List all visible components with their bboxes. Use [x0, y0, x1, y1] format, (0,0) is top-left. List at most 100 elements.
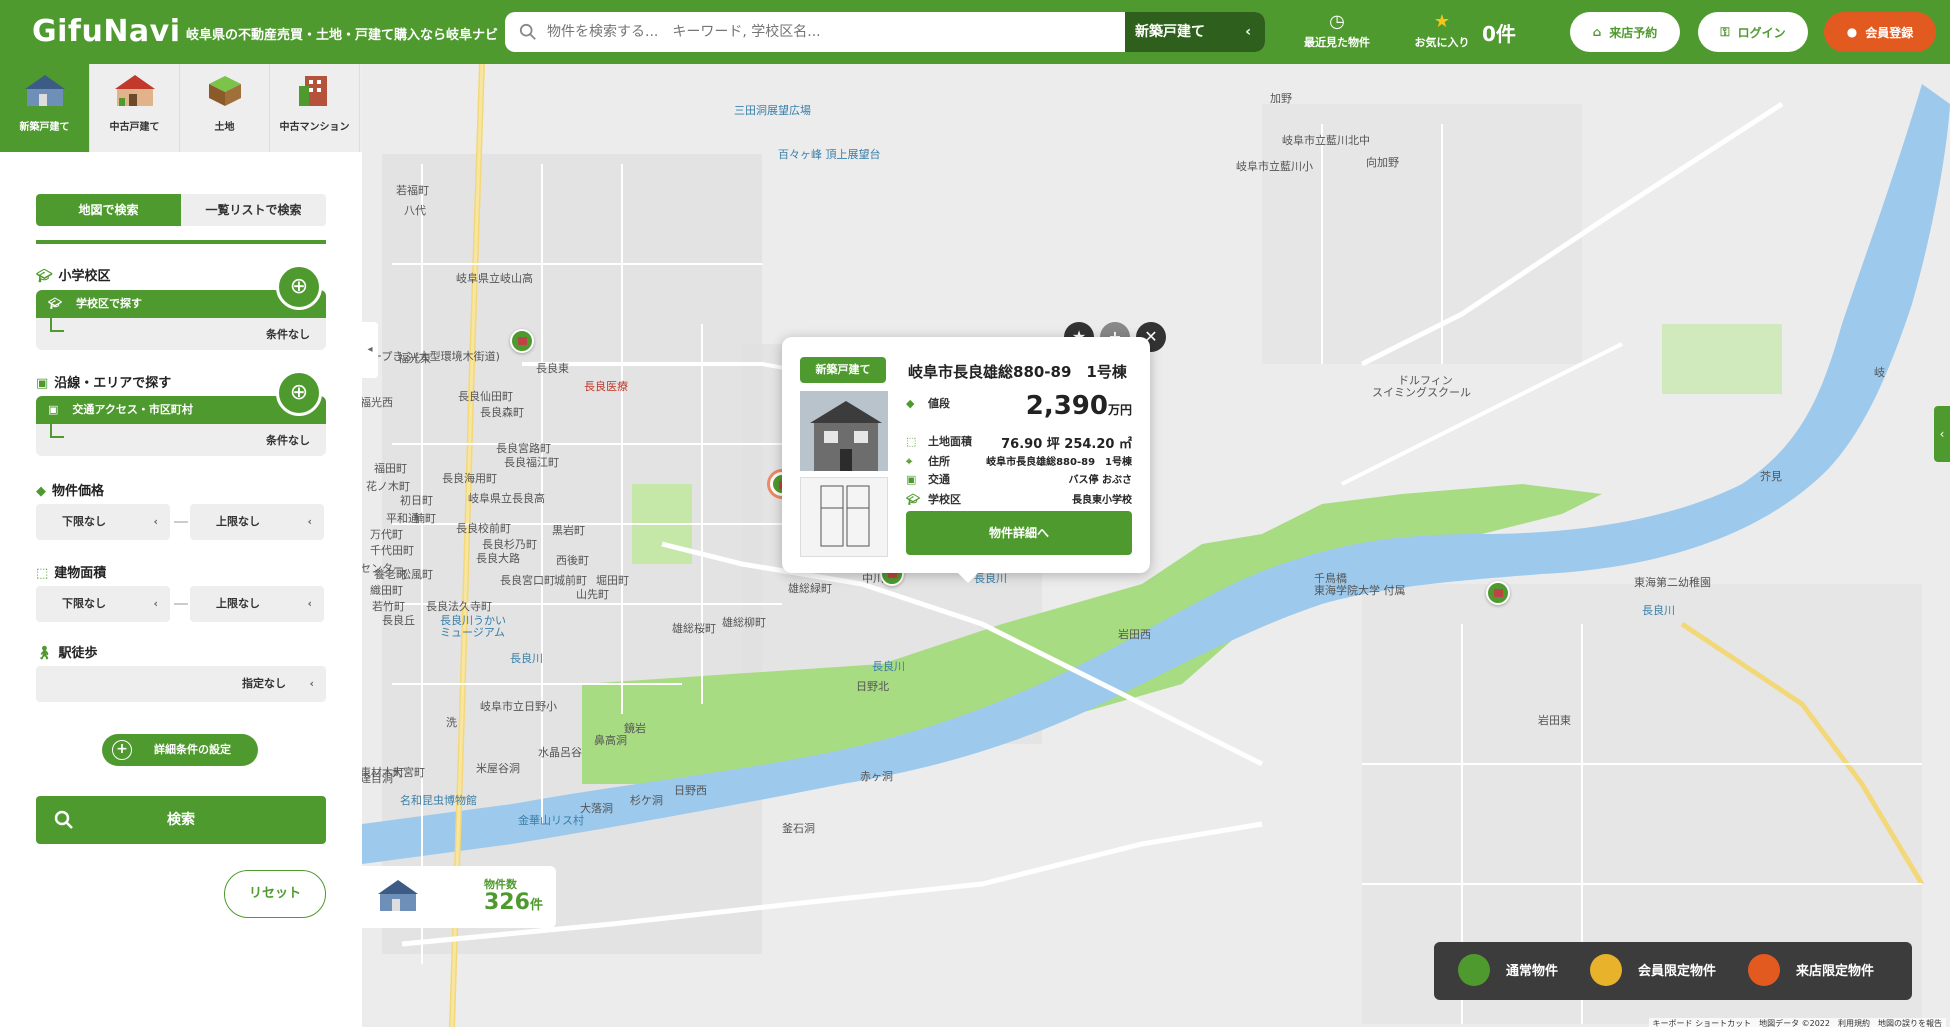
property-photo[interactable] [800, 391, 888, 471]
map-place-label: 福田町 [374, 462, 407, 475]
property-pin[interactable] [510, 329, 534, 353]
site-tagline: 岐阜県の不動産売買・土地・戸建て購入なら岐阜ナビ [186, 28, 499, 43]
site-logo[interactable]: GifuNavi [32, 14, 181, 49]
map-place-label: 福光東 [398, 352, 431, 365]
map-place-label: 雄総緑町 [788, 582, 832, 595]
map-place-label: 三田洞展望広場 [734, 104, 811, 117]
area-title-text: 建物面積 [54, 566, 107, 581]
tab-label: 新築戸建て [19, 122, 70, 133]
tag-icon: ◆ [906, 397, 915, 410]
tab-land[interactable]: 土地 [180, 64, 270, 152]
school-add-button[interactable]: ⊕ [276, 264, 322, 310]
chevron-left-icon: ‹ [1245, 24, 1251, 40]
area-max-select[interactable]: 上限なし ‹ [190, 586, 324, 622]
map-place-label: 長良大路 [476, 552, 520, 565]
map-place-label: 長良東 [536, 362, 569, 375]
area-max-label: 上限なし [216, 597, 260, 610]
map-place-label: 赤ヶ洞 [860, 770, 893, 783]
property-count-box: 物件数 326件 [362, 866, 556, 928]
favorites-link[interactable]: ★ お気に入り [1410, 12, 1474, 50]
map-place-label: 日野北 [856, 680, 889, 693]
map-place-label: 長良森町 [480, 406, 524, 419]
area-min-select[interactable]: 下限なし ‹ [36, 586, 170, 622]
graduation-cap-icon: 🎓︎ [48, 297, 62, 310]
map-search-tab[interactable]: 地図で検索 [36, 194, 181, 226]
line-section-title: ▣ 沿線・エリアで探す [36, 372, 171, 391]
count-unit: 件 [529, 898, 543, 913]
search-icon [519, 23, 536, 40]
map-place-label: 金華山リス村 [518, 814, 584, 827]
price-min-label: 下限なし [62, 515, 106, 528]
star-icon: ★ [1433, 11, 1451, 32]
map-place-label: 楠町 [414, 512, 436, 525]
new-house-icon [378, 880, 418, 911]
map-place-label: 水晶呂谷 [538, 746, 582, 759]
price-max-label: 上限なし [216, 515, 260, 528]
collapse-sidebar-button[interactable]: ◂ [362, 322, 378, 378]
address-row: ⌖ 住所 [906, 453, 950, 469]
map-attribution[interactable]: キーボード ショートカット 地図データ ©2022 利用規約 地図の誤りを報告 [1648, 1018, 1946, 1027]
map-place-label: 大宮町 [392, 766, 425, 779]
divider [36, 240, 326, 244]
price-max-select[interactable]: 上限なし ‹ [190, 504, 324, 540]
reset-button[interactable]: リセット [224, 870, 326, 918]
map-place-label: 岐阜県立長良高 [468, 492, 545, 505]
map-place-label: 長良宮口町 [500, 574, 555, 587]
map-place-label: 万代町 [370, 528, 403, 541]
popup-title[interactable]: 岐阜市長良雄総880-89 1号棟 [908, 361, 1127, 382]
map-view[interactable]: 三田洞展望広場 百々ヶ峰 頂上展望台 加野 岐阜市立藍川北中 岐阜市立藍川小 向加野 若福町… [362, 64, 1950, 1027]
elbow-line [50, 424, 64, 438]
price-unit: 万円 [1107, 403, 1132, 417]
login-button[interactable]: ⚿ ログイン [1698, 12, 1808, 52]
map-place-label: 鏡岩 [624, 722, 646, 735]
map-place-label: 百々ヶ峰 頂上展望台 [778, 148, 881, 161]
search-button[interactable]: 検索 [36, 796, 326, 844]
area-section-title: ⬚ 建物面積 [36, 562, 106, 581]
walk-title-text: 駅徒歩 [58, 646, 98, 661]
tab-used-house[interactable]: 中古戸建て [90, 64, 180, 152]
search-sidebar: 地図で検索 一覧リストで検索 🎓︎ 小学校区 🎓︎ 学校区で探す 条件なし ⊕ ▣ 沿… [0, 152, 362, 1027]
map-place-label: 八代 [404, 204, 426, 217]
map-place-label: 岐阜市立日野小 [480, 700, 557, 713]
tab-used-mansion[interactable]: 中古マンション [270, 64, 360, 152]
map-place-label: 日野西 [674, 784, 707, 797]
tab-label: 中古戸建て [109, 122, 160, 133]
school-condition: 条件なし [266, 328, 310, 341]
tag-icon: ◆ [36, 484, 46, 499]
map-place-label: ミュージアム [440, 626, 506, 639]
expand-panel-button[interactable]: ‹ [1934, 406, 1950, 462]
area-icon: ⬚ [906, 435, 917, 448]
transit-value: バス停 おぶさ [1068, 475, 1132, 486]
property-pin[interactable] [1486, 581, 1510, 605]
search-type-select[interactable]: 新築戸建て ‹ [1125, 12, 1265, 52]
detail-conditions-button[interactable]: + 詳細条件の設定 [102, 734, 258, 766]
property-popup: 新築戸建て 岐阜市長良雄総880-89 1号棟 ◆ 値段 2,390万円 ⬚ 土地面… [782, 337, 1150, 583]
floor-plan-drawing [820, 485, 870, 547]
elbow-line [50, 318, 64, 332]
map-place-label: 若福町 [396, 184, 429, 197]
school-label: 学校区 [928, 493, 961, 506]
map-place-label: 長良海用町 [442, 472, 497, 485]
register-button[interactable]: ● 会員登録 [1824, 12, 1936, 52]
list-search-tab[interactable]: 一覧リストで検索 [181, 194, 326, 226]
area-min-label: 下限なし [62, 597, 106, 610]
category-tabs: 新築戸建て 中古戸建て 土地 中古マンション [0, 64, 362, 152]
visit-property-icon [1748, 954, 1780, 986]
tab-new-house[interactable]: 新築戸建て [0, 64, 90, 152]
user-icon: ● [1846, 25, 1858, 39]
price-title-text: 物件価格 [52, 484, 105, 499]
price-label: 値段 [928, 397, 950, 410]
floor-plan-image[interactable] [800, 477, 888, 557]
train-icon: ▣ [36, 376, 49, 391]
line-title-text: 沿線・エリアで探す [54, 376, 172, 391]
school-filter-label: 学校区で探す [75, 297, 142, 310]
property-detail-button[interactable]: 物件詳細へ [906, 511, 1132, 555]
map-place-label: 岐阜県立岐山高 [456, 272, 533, 285]
price-section-title: ◆ 物件価格 [36, 480, 104, 499]
line-add-button[interactable]: ⊕ [276, 370, 322, 416]
tab-label: 中古マンション [279, 122, 350, 133]
visit-booking-button[interactable]: ⌂ 来店予約 [1570, 12, 1680, 52]
walk-select[interactable]: 指定なし ‹ [36, 666, 326, 702]
price-min-select[interactable]: 下限なし ‹ [36, 504, 170, 540]
recent-link[interactable]: ◷ 最近見た物件 [1302, 12, 1372, 50]
